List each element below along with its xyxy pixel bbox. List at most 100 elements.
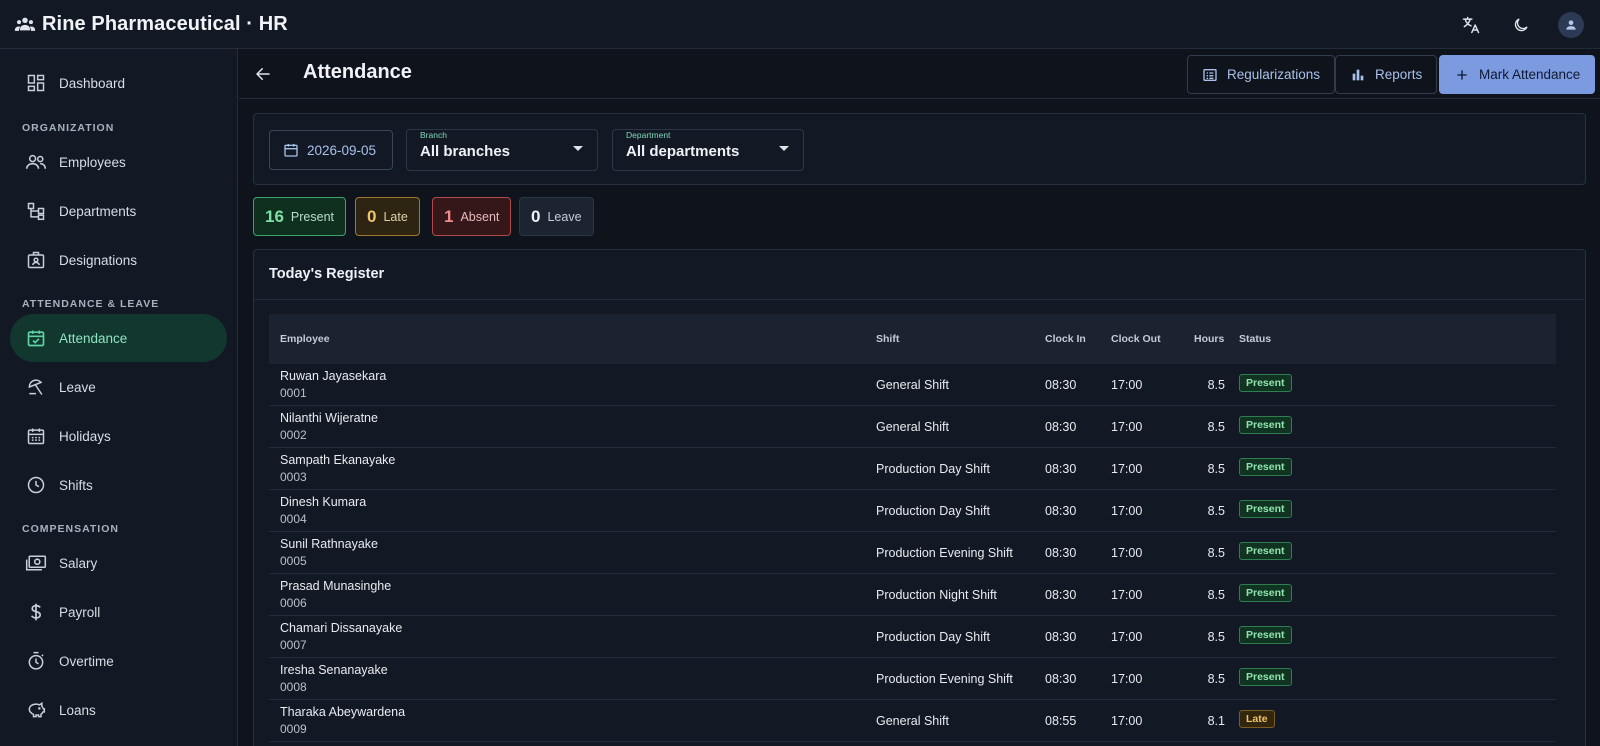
stat-leave-label: Leave xyxy=(547,209,582,224)
branch-select[interactable]: Branch All branches xyxy=(406,129,598,171)
sidebar-item-leave[interactable]: Leave xyxy=(10,363,227,411)
mark-attendance-button[interactable]: Mark Attendance xyxy=(1439,55,1596,94)
shift-name: General Shift xyxy=(876,378,949,392)
moon-icon xyxy=(1512,16,1530,34)
status-badge: Present xyxy=(1239,584,1292,602)
employee-code: 0002 xyxy=(280,428,307,442)
sidebar-item-label: Employees xyxy=(59,154,126,170)
employee-name: Iresha Senanayake xyxy=(280,663,388,677)
shift-name: General Shift xyxy=(876,420,949,434)
table-row[interactable]: Dinesh Kumara 0004 Production Day Shift … xyxy=(269,490,1556,532)
table-row[interactable]: Nilanthi Wijeratne 0002 General Shift 08… xyxy=(269,406,1556,448)
sidebar-item-label: Designations xyxy=(59,252,138,268)
dollar-icon xyxy=(25,601,47,623)
stat-leave-count: 0 xyxy=(531,206,541,226)
sidebar-item-payroll[interactable]: Payroll xyxy=(10,588,227,636)
reports-button[interactable]: Reports xyxy=(1335,55,1438,94)
table-row[interactable]: Sunil Rathnayake 0005 Production Evening… xyxy=(269,532,1556,574)
todays-register-card: Today's Register Employee Shift Clock In… xyxy=(253,249,1586,746)
calendar-check-icon xyxy=(25,327,47,349)
badge-icon xyxy=(25,249,47,271)
column-header-hours[interactable]: Hours xyxy=(1194,333,1224,345)
date-value: 2026-09-05 xyxy=(307,142,377,158)
column-header-shift[interactable]: Shift xyxy=(876,333,899,345)
sidebar-item-label: Holidays xyxy=(59,428,111,444)
sidebar-item-designations[interactable]: Designations xyxy=(10,236,227,284)
sidebar-item-shifts[interactable]: Shifts xyxy=(10,461,227,509)
timer-icon xyxy=(25,650,47,672)
employee-code: 0007 xyxy=(280,638,307,652)
table-row[interactable]: Sampath Ekanayake 0003 Production Day Sh… xyxy=(269,448,1556,490)
employee-name: Nilanthi Wijeratne xyxy=(280,411,378,425)
leave-icon xyxy=(25,376,47,398)
stat-absent-count: 1 xyxy=(444,206,454,226)
people-icon xyxy=(25,151,47,173)
table-row[interactable]: Tharaka Abeywardena 0009 General Shift 0… xyxy=(269,700,1556,742)
sidebar-item-label: Attendance xyxy=(59,330,128,346)
arrow-left-icon xyxy=(254,65,272,83)
shift-name: General Shift xyxy=(876,714,949,728)
chevron-down-icon xyxy=(573,146,583,151)
back-button[interactable] xyxy=(251,62,275,86)
filter-bar: 2026-09-05 Branch All branches Departmen… xyxy=(253,113,1586,185)
employee-name: Sampath Ekanayake xyxy=(280,453,396,467)
employee-name: Sunil Rathnayake xyxy=(280,537,378,551)
table-header: Employee Shift Clock In Clock Out Hours … xyxy=(269,314,1556,364)
table-row[interactable]: Chamari Dissanayake 0007 Production Day … xyxy=(269,616,1556,658)
brand[interactable]: Rine Pharmaceutical · HR xyxy=(14,13,288,36)
sidebar-item-attendance[interactable]: Attendance xyxy=(10,314,227,362)
sidebar-item-dashboard[interactable]: Dashboard xyxy=(10,59,227,107)
column-header-clock-out[interactable]: Clock Out xyxy=(1111,333,1161,345)
employee-name: Prasad Munasinghe xyxy=(280,579,392,593)
employee-code: 0005 xyxy=(280,554,307,568)
employee-code: 0008 xyxy=(280,680,307,694)
hours-worked: 8.5 xyxy=(1207,420,1225,434)
column-header-employee[interactable]: Employee xyxy=(280,333,330,345)
sidebar-item-holidays[interactable]: Holidays xyxy=(10,412,227,460)
shift-name: Production Evening Shift xyxy=(876,546,1013,560)
employee-name: Dinesh Kumara xyxy=(280,495,367,509)
section-organization: ORGANIZATION xyxy=(22,122,115,134)
regularizations-button[interactable]: Regularizations xyxy=(1187,55,1336,94)
stat-present: 16 Present xyxy=(253,197,347,236)
status-badge: Present xyxy=(1239,626,1292,644)
column-header-status[interactable]: Status xyxy=(1239,333,1271,345)
stat-present-label: Present xyxy=(290,209,335,224)
clock-out-time: 17:00 xyxy=(1111,504,1143,518)
account-button[interactable] xyxy=(1554,8,1588,42)
piggy-bank-icon xyxy=(25,699,47,721)
stat-leave: 0 Leave xyxy=(519,197,594,236)
sidebar-item-overtime[interactable]: Overtime xyxy=(10,637,227,685)
table-row[interactable]: Iresha Senanayake 0008 Production Evenin… xyxy=(269,658,1556,700)
sidebar-item-salary[interactable]: Salary xyxy=(10,539,227,587)
mark-attendance-label: Mark Attendance xyxy=(1479,67,1581,82)
hours-worked: 8.5 xyxy=(1207,378,1225,392)
theme-toggle-button[interactable] xyxy=(1504,8,1538,42)
clock-out-time: 17:00 xyxy=(1111,378,1143,392)
attendance-table: Employee Shift Clock In Clock Out Hours … xyxy=(269,314,1556,742)
table-row[interactable]: Ruwan Jayasekara 0001 General Shift 08:3… xyxy=(269,364,1556,406)
translate-button[interactable] xyxy=(1454,8,1488,42)
translate-icon xyxy=(1461,15,1481,35)
department-select[interactable]: Department All departments xyxy=(612,129,804,171)
sidebar-item-label: Shifts xyxy=(59,477,93,493)
hours-worked: 8.5 xyxy=(1207,588,1225,602)
calendar-icon xyxy=(25,425,47,447)
reports-label: Reports xyxy=(1375,67,1423,82)
sidebar-item-employees[interactable]: Employees xyxy=(10,138,227,186)
clock-out-time: 17:00 xyxy=(1111,420,1143,434)
clock-in-time: 08:30 xyxy=(1045,462,1077,476)
column-header-clock-in[interactable]: Clock In xyxy=(1045,333,1086,345)
sidebar-item-label: Loans xyxy=(59,702,96,718)
sidebar-item-loans[interactable]: Loans xyxy=(10,686,227,734)
date-picker[interactable]: 2026-09-05 xyxy=(269,130,393,170)
employee-name: Ruwan Jayasekara xyxy=(280,369,387,383)
table-row[interactable]: Prasad Munasinghe 0006 Production Night … xyxy=(269,574,1556,616)
shift-name: Production Day Shift xyxy=(876,462,990,476)
section-attendance-leave: ATTENDANCE & LEAVE xyxy=(22,298,160,310)
sidebar-item-departments[interactable]: Departments xyxy=(10,187,227,235)
stat-absent-label: Absent xyxy=(460,209,500,224)
department-select-value: All departments xyxy=(626,143,740,160)
clock-in-time: 08:30 xyxy=(1045,672,1077,686)
hours-worked: 8.5 xyxy=(1207,672,1225,686)
